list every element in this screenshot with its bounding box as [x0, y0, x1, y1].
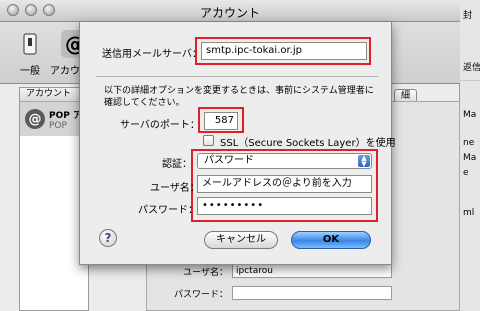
title-bar: アカウント	[0, 0, 460, 22]
window-title: アカウント	[199, 6, 260, 20]
bg-user-row: ユーザ名： ipctarou	[40, 264, 392, 278]
account-list-header: アカウント	[20, 88, 88, 102]
bg-password-field[interactable]	[232, 286, 392, 300]
bg-user-label: ユーザ名：	[183, 267, 228, 278]
edge-text: e	[463, 168, 469, 178]
divider	[460, 80, 480, 81]
edge-text: Ma	[463, 110, 477, 120]
auth-select[interactable]: パスワード ▲ ▼	[197, 153, 372, 169]
chevron-updown-icon: ▲ ▼	[358, 155, 370, 168]
smtp-server-label: 送信用メールサーバ：	[102, 49, 202, 60]
user-name-label: ユーザ名：	[150, 183, 200, 194]
cancel-button[interactable]: キャンセル	[204, 231, 278, 249]
background-window-edge: 封 返信 Ma ne Ma e ml	[460, 0, 480, 311]
account-name: POP ア	[49, 110, 82, 121]
edge-text: Ma	[463, 153, 477, 163]
auth-select-value: パスワード	[204, 155, 254, 166]
toolbar-general-label: 一般	[20, 66, 40, 77]
ssl-checkbox[interactable]	[203, 135, 214, 146]
at-icon: @	[25, 109, 45, 129]
edge-text: ml	[463, 208, 475, 218]
password-label: パスワード：	[138, 205, 198, 216]
bg-user-field[interactable]: ipctarou	[232, 264, 392, 278]
advanced-options-note: 以下の詳細オプションを変更するときは、事前にシステム管理者に確認してください。	[104, 86, 374, 108]
switch-icon	[16, 30, 44, 58]
highlight-frame	[195, 37, 371, 65]
highlight-frame	[198, 107, 244, 133]
server-port-label: サーバのポート：	[120, 120, 200, 131]
edge-text: 返信	[463, 63, 480, 73]
divider	[96, 76, 378, 77]
bg-password-row: パスワード：	[40, 286, 392, 300]
bg-password-label: パスワード：	[173, 289, 228, 300]
edge-text: ne	[463, 138, 475, 148]
smtp-settings-sheet: 送信用メールサーバ： smtp.ipc-tokai.or.jp 以下の詳細オプシ…	[79, 22, 396, 265]
ssl-label: SSL（Secure Sockets Layer）を使用	[220, 138, 396, 149]
user-name-field[interactable]: メールアドレスの＠より前を入力	[197, 175, 372, 193]
auth-label: 認証：	[162, 159, 192, 170]
help-button[interactable]: ?	[99, 229, 117, 247]
account-type: POP	[49, 120, 67, 131]
toolbar-general[interactable]: 一般	[8, 30, 52, 77]
edge-text: 封	[463, 11, 473, 21]
account-list-item[interactable]: @ POP ア POP	[20, 102, 88, 136]
ok-button[interactable]: OK	[291, 231, 371, 249]
password-field[interactable]: •••••••••	[197, 197, 372, 215]
